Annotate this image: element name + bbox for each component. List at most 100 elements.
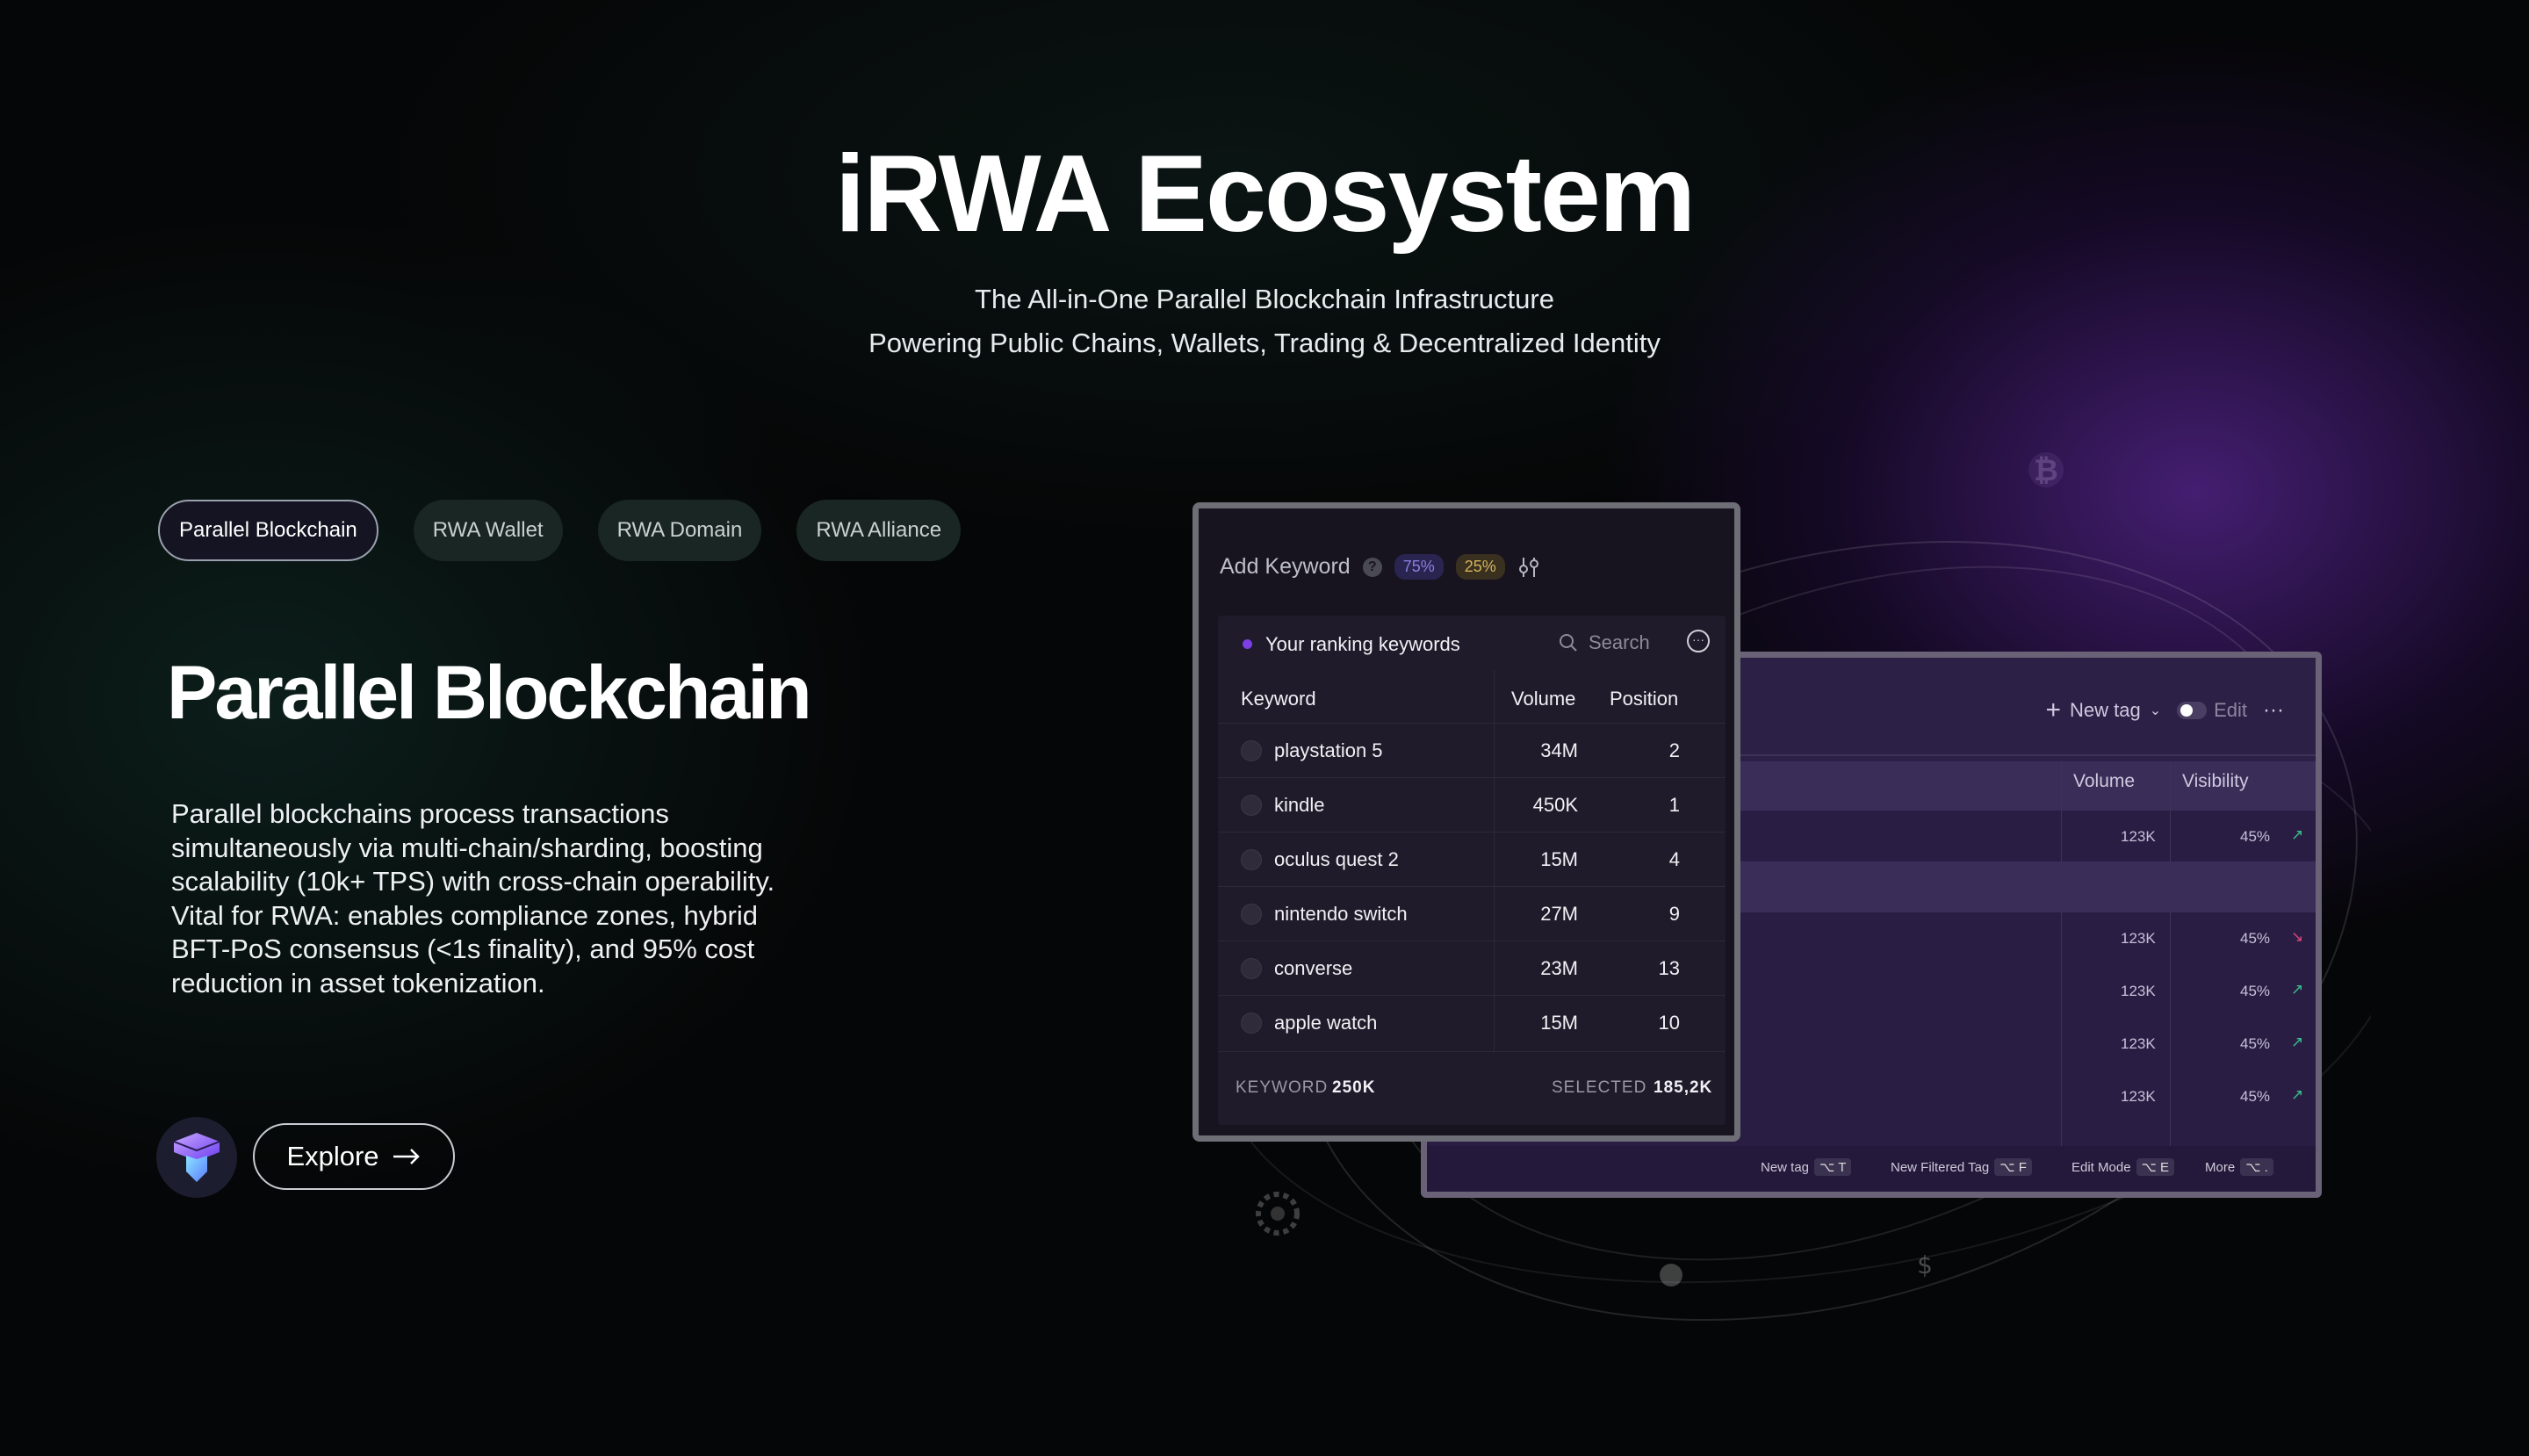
row-radio[interactable] — [1241, 904, 1262, 925]
more-circle-icon[interactable]: ··· — [1687, 630, 1710, 652]
row-visibility: 45% — [2240, 930, 2271, 947]
dollar-icon: $ — [1917, 1251, 1933, 1279]
row-volume: 123K — [2121, 1035, 2156, 1052]
trend-up-icon: ↗ — [2291, 826, 2304, 843]
row-visibility: 45% — [2240, 983, 2271, 999]
footer-keyword-label: KEYWORD — [1236, 1078, 1329, 1097]
row-keyword: converse — [1274, 957, 1353, 979]
row-volume: 123K — [2121, 930, 2156, 947]
shortcuts-bar: New tag ⌥ T New Filtered Tag ⌥ F Edit Mode… — [1427, 1146, 2316, 1192]
row-keyword: playstation 5 — [1274, 739, 1383, 761]
add-keyword-card: Add Keyword ? 75% 25% Your ranking keywo… — [1192, 502, 1740, 1142]
row-radio[interactable] — [1241, 849, 1262, 870]
keywords-panel-header: Your ranking keywords Search ··· — [1218, 616, 1726, 670]
row-keyword: oculus quest 2 — [1274, 848, 1399, 870]
search-label: Search — [1589, 631, 1650, 653]
table-row[interactable]: kindle 450K 1 — [1218, 777, 1726, 833]
row-keyword: kindle — [1274, 794, 1325, 816]
section-tabs: Parallel Blockchain RWA Wallet RWA Domai… — [158, 500, 962, 561]
trend-down-icon: ↘ — [2291, 928, 2304, 945]
tab-parallel-blockchain[interactable]: Parallel Blockchain — [158, 500, 378, 561]
chevron-down-icon: ⌄ — [2149, 703, 2162, 718]
new-tag-label: New tag — [2069, 699, 2141, 721]
row-visibility: 45% — [2240, 828, 2271, 845]
row-position: 9 — [1668, 903, 1680, 925]
edit-toggle[interactable]: Edit — [2177, 699, 2247, 722]
percent-pill-a: 75% — [1394, 554, 1444, 580]
keywords-panel: Your ranking keywords Search ··· Keyword… — [1218, 616, 1726, 1125]
footer-selected-value: 185,2K — [1654, 1078, 1713, 1097]
gear-token-icon — [1256, 1192, 1300, 1236]
brand-logo — [156, 1117, 237, 1198]
row-radio[interactable] — [1241, 958, 1262, 979]
row-volume: 34M — [1540, 739, 1578, 761]
new-tag-button[interactable]: + New tag ⌄ — [2045, 697, 2162, 724]
status-dot — [1243, 639, 1252, 649]
help-icon[interactable]: ? — [1362, 557, 1382, 577]
row-position: 1 — [1668, 794, 1680, 816]
card-title: Add Keyword — [1220, 554, 1351, 579]
row-volume: 23M — [1540, 957, 1578, 979]
row-visibility: 45% — [2240, 1035, 2271, 1052]
footer-selected-label: SELECTED — [1552, 1078, 1647, 1097]
search-icon — [1560, 634, 1577, 652]
footer-keyword-value: 250K — [1332, 1078, 1376, 1097]
table-row[interactable]: oculus quest 2 15M 4 — [1218, 832, 1726, 887]
row-radio[interactable] — [1241, 795, 1262, 816]
row-visibility: 45% — [2240, 1088, 2271, 1105]
card-header: Add Keyword ? 75% 25% — [1220, 554, 1540, 580]
tab-rwa-alliance[interactable]: RWA Alliance — [796, 500, 962, 561]
more-options-icon[interactable]: ··· — [2263, 698, 2284, 723]
row-volume: 123K — [2121, 828, 2156, 845]
explore-button[interactable]: Explore — [253, 1123, 455, 1190]
dot-token-icon — [1660, 1264, 1682, 1287]
shortcut-edit-mode[interactable]: Edit Mode ⌥ E — [2071, 1158, 2175, 1176]
shortcut-new-tag[interactable]: New tag ⌥ T — [1761, 1158, 1852, 1176]
tab-rwa-wallet[interactable]: RWA Wallet — [413, 500, 563, 561]
sliders-icon[interactable] — [1517, 556, 1540, 579]
row-volume: 450K — [1532, 794, 1578, 816]
trend-up-icon: ↗ — [2291, 1034, 2304, 1050]
trend-up-icon: ↗ — [2291, 981, 2304, 998]
table-row[interactable]: apple watch 15M 10 — [1218, 995, 1726, 1050]
column-position: Position — [1610, 688, 1679, 710]
row-keyword: apple watch — [1274, 1012, 1378, 1034]
row-radio[interactable] — [1241, 1013, 1262, 1034]
keywords-list-title: Your ranking keywords — [1265, 633, 1460, 655]
bitcoin-icon: ₿ — [2028, 452, 2064, 488]
percent-pill-b: 25% — [1455, 554, 1505, 580]
page-subtitle-line-2: Powering Public Chains, Wallets, Trading… — [868, 328, 1661, 358]
row-volume: 123K — [2121, 1088, 2156, 1105]
table-row[interactable]: nintendo switch 27M 9 — [1218, 886, 1726, 941]
edit-label: Edit — [2214, 699, 2248, 721]
row-volume: 15M — [1540, 848, 1578, 870]
explore-label: Explore — [286, 1141, 379, 1171]
row-volume: 123K — [2121, 983, 2156, 999]
shortcut-more[interactable]: More ⌥ . — [2205, 1158, 2273, 1176]
column-visibility: Visibility — [2182, 771, 2249, 791]
section-description: Parallel blockchains process transaction… — [171, 798, 775, 998]
row-volume: 27M — [1540, 903, 1578, 925]
search-field[interactable]: Search — [1559, 631, 1650, 654]
row-position: 13 — [1658, 957, 1680, 979]
column-volume: Volume — [2073, 771, 2136, 791]
section-heading: Parallel Blockchain — [167, 651, 812, 735]
svg-text:₿: ₿ — [2034, 453, 2058, 488]
toggle-icon — [2177, 702, 2208, 719]
table-header: Keyword Volume Position — [1218, 670, 1726, 723]
trend-up-icon: ↗ — [2291, 1086, 2304, 1103]
row-position: 2 — [1668, 739, 1680, 761]
table-row[interactable]: playstation 5 34M 2 — [1218, 723, 1726, 778]
row-radio[interactable] — [1241, 740, 1262, 761]
arrow-right-icon — [393, 1149, 420, 1164]
row-position: 4 — [1668, 848, 1680, 870]
keywords-footer: KEYWORD 250K SELECTED 185,2K — [1218, 1051, 1726, 1126]
tab-rwa-domain[interactable]: RWA Domain — [597, 500, 762, 561]
table-row[interactable]: converse 23M 13 — [1218, 941, 1726, 996]
column-keyword: Keyword — [1241, 688, 1316, 710]
page-title: iRWA Ecosystem — [834, 133, 1696, 255]
row-keyword: nintendo switch — [1274, 903, 1408, 925]
column-volume: Volume — [1511, 688, 1576, 710]
cube-logo-icon — [173, 1133, 220, 1182]
shortcut-new-filtered-tag[interactable]: New Filtered Tag ⌥ F — [1891, 1158, 2032, 1176]
